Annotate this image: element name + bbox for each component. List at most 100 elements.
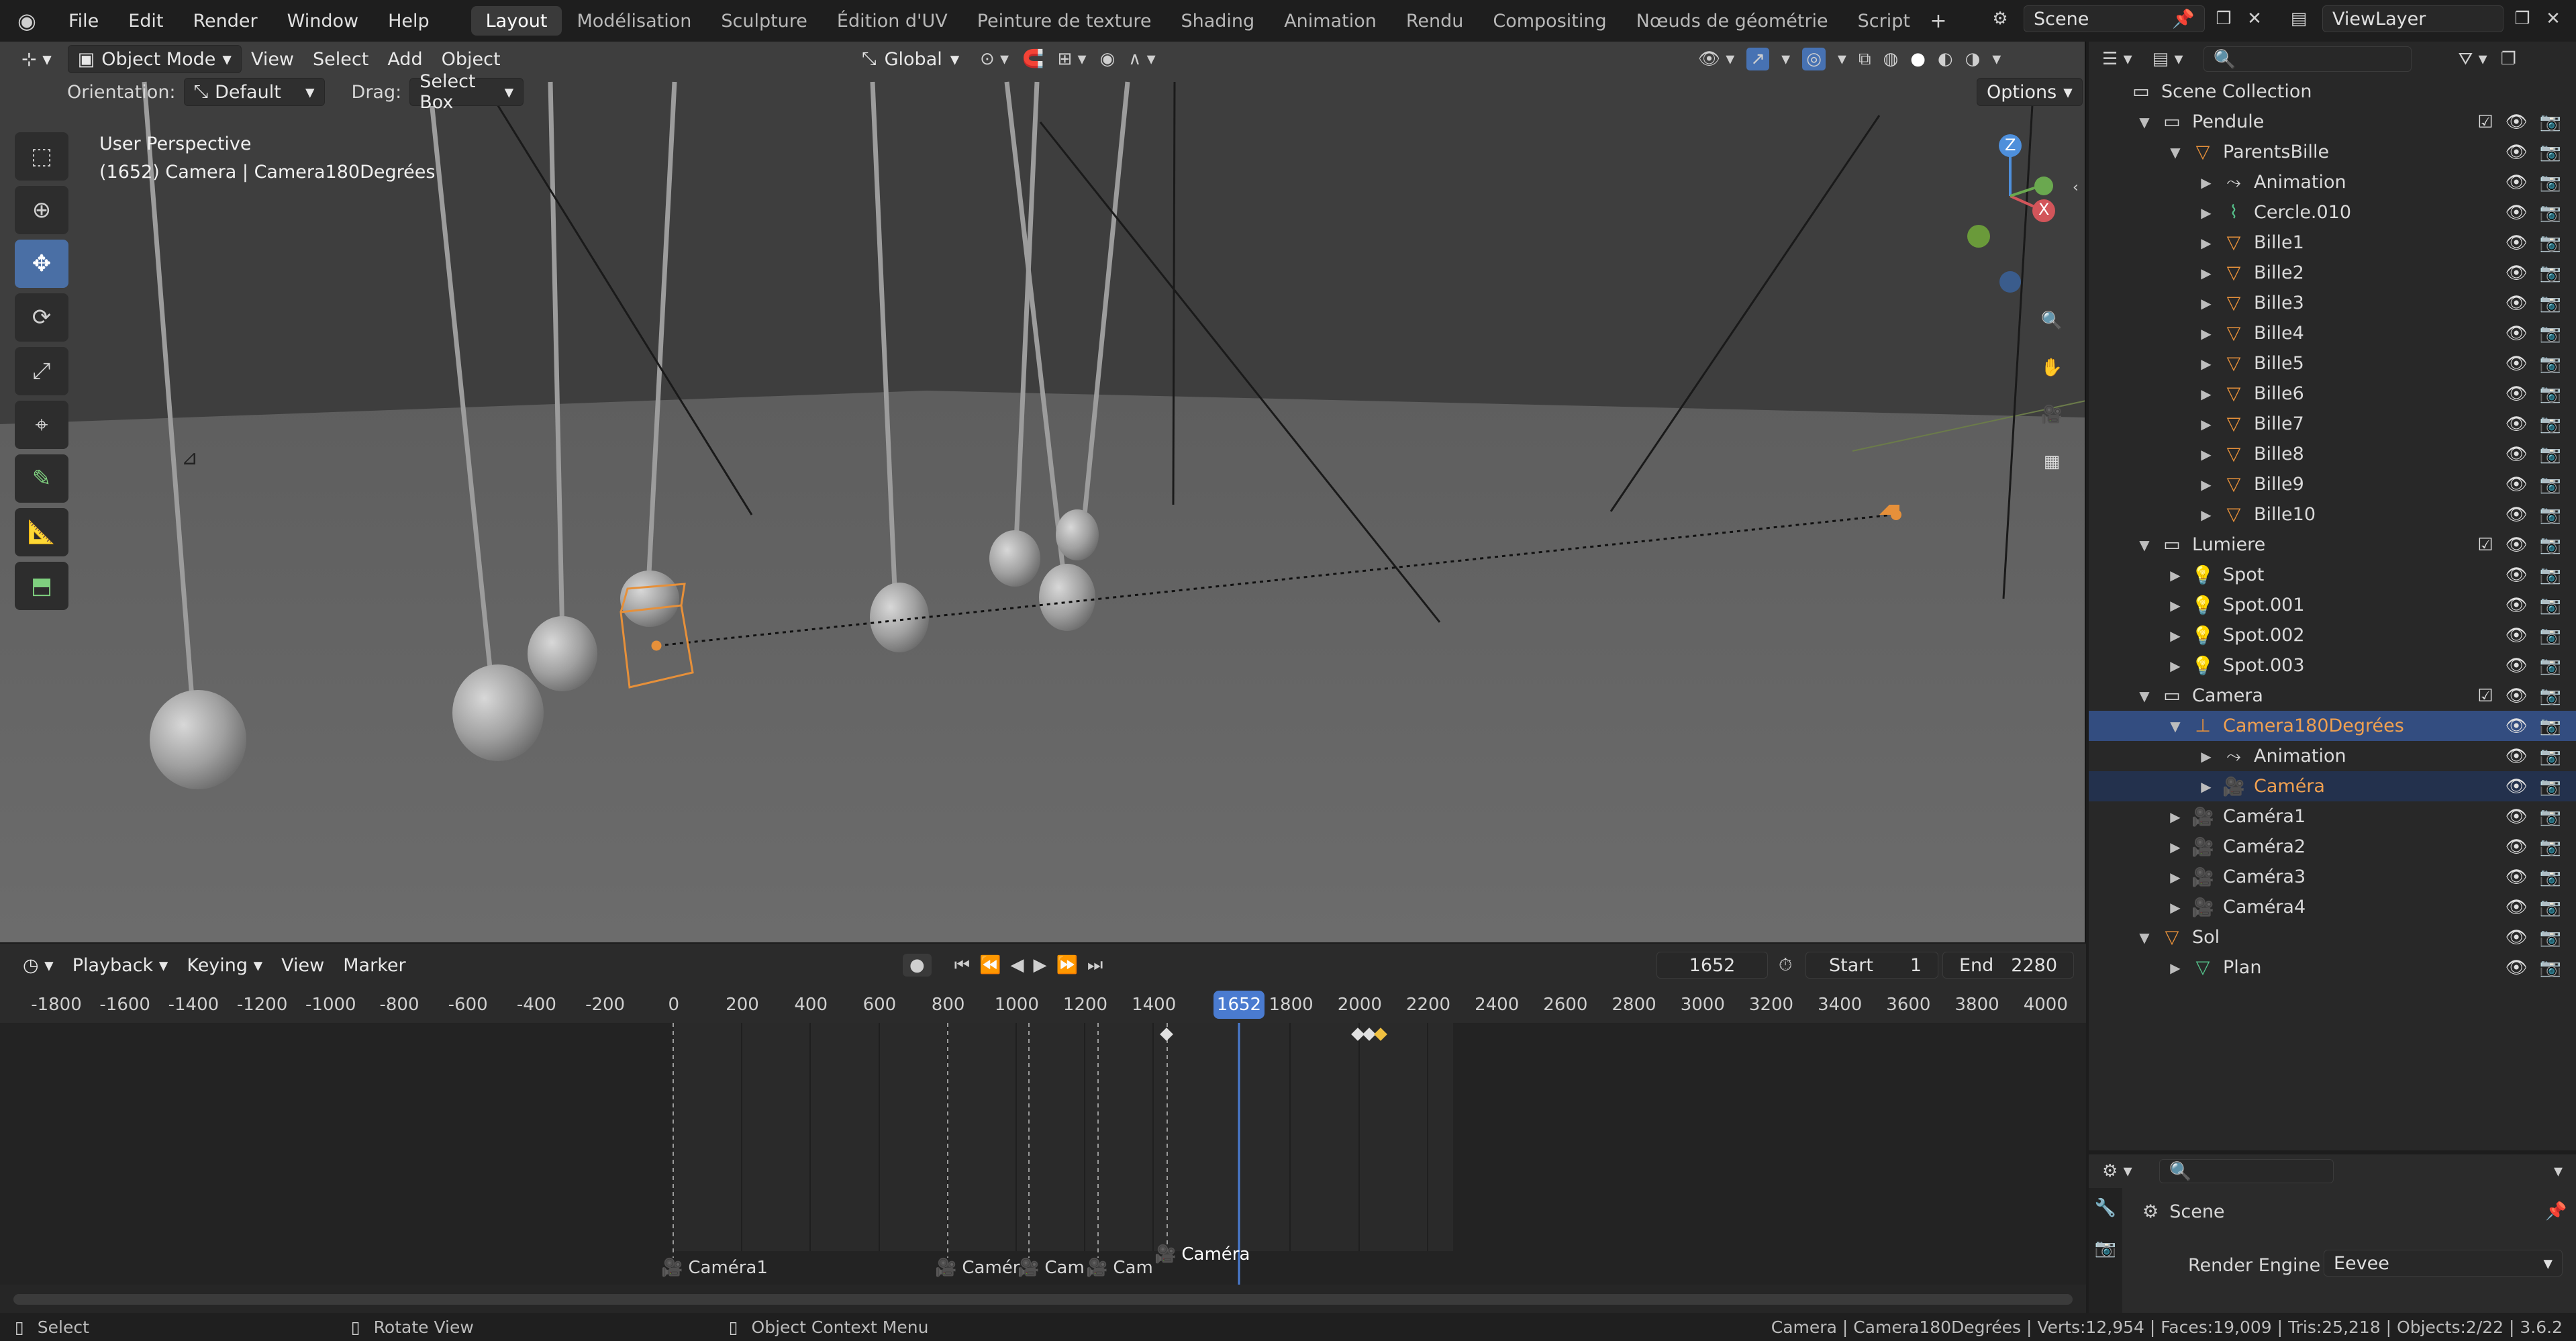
- render-camera-icon[interactable]: 📷: [2540, 958, 2561, 978]
- expand-toggle-icon[interactable]: ▼: [2136, 537, 2153, 553]
- render-tab-icon[interactable]: 📷: [2089, 1228, 2122, 1269]
- outliner-row-camera[interactable]: ▼ ▭ Camera ☑ 👁 📷: [2089, 681, 2576, 711]
- viewlayer-icon[interactable]: ▤: [2282, 9, 2316, 29]
- expand-toggle-icon[interactable]: ▼: [2167, 144, 2184, 160]
- eye-icon[interactable]: 👁: [2506, 686, 2528, 706]
- eye-icon[interactable]: 👁: [2506, 958, 2528, 978]
- eye-icon[interactable]: 👁: [2506, 807, 2528, 827]
- render-camera-icon[interactable]: 📷: [2540, 475, 2561, 495]
- properties-search-input[interactable]: 🔍: [2159, 1159, 2334, 1183]
- orientation-dropdown[interactable]: ⤡ Default ▾: [183, 78, 325, 106]
- eye-icon[interactable]: 👁: [2506, 384, 2528, 404]
- timeline-ruler[interactable]: -1800 -1600 -1400 -1200 -1000 -800 -600 -400 -20…: [0, 987, 2086, 1023]
- tab-shading[interactable]: Shading: [1167, 6, 1270, 36]
- timeline-editor-type[interactable]: ◷ ▾: [13, 951, 63, 979]
- outliner-row-cam-ra2[interactable]: ▶ 🎥 Caméra2 👁 📷: [2089, 832, 2576, 862]
- eye-icon[interactable]: 👁: [2506, 777, 2528, 797]
- outliner-row-animation[interactable]: ▶ ⤳ Animation 👁 📷: [2089, 741, 2576, 771]
- outliner-row-sol[interactable]: ▼ ▽ Sol 👁 📷: [2089, 922, 2576, 952]
- outliner-row-lumiere[interactable]: ▼ ▭ Lumiere ☑ 👁 📷: [2089, 530, 2576, 560]
- mode-dropdown[interactable]: ▣ Object Mode ▾: [67, 45, 242, 73]
- menu-file[interactable]: File: [54, 11, 113, 32]
- outliner-row-bille5[interactable]: ▶ ▽ Bille5 👁 📷: [2089, 348, 2576, 379]
- new-collection-icon[interactable]: ❐: [2501, 49, 2516, 69]
- render-camera-icon[interactable]: 📷: [2540, 142, 2561, 162]
- marker-menu[interactable]: Marker: [334, 951, 415, 979]
- viewlayer-field[interactable]: ViewLayer: [2322, 5, 2504, 32]
- tab-modelisation[interactable]: Modélisation: [562, 6, 706, 36]
- expand-toggle-icon[interactable]: ▶: [2167, 960, 2184, 976]
- add-cube-tool-button[interactable]: ⬒: [15, 562, 68, 610]
- gizmo-icon[interactable]: ↗: [1746, 48, 1770, 70]
- render-camera-icon[interactable]: 📷: [2540, 837, 2561, 857]
- menu-render[interactable]: Render: [178, 11, 272, 32]
- playhead-frame-badge[interactable]: 1652: [1213, 991, 1265, 1019]
- new-viewlayer-icon[interactable]: ❐: [2510, 9, 2534, 29]
- outliner-row-spot-003[interactable]: ▶ 💡 Spot.003 👁 📷: [2089, 650, 2576, 681]
- render-camera-icon[interactable]: 📷: [2540, 414, 2561, 434]
- eye-icon[interactable]: 👁: [2506, 565, 2528, 585]
- transform-orientation-dropdown[interactable]: ⤡ Global ▾: [852, 45, 969, 73]
- marker-camera1[interactable]: 🎥 Caméra1: [661, 1258, 768, 1278]
- render-camera-icon[interactable]: 📷: [2540, 626, 2561, 646]
- eye-icon[interactable]: 👁: [2506, 595, 2528, 615]
- timeline-scrollbar[interactable]: [13, 1294, 2073, 1305]
- expand-toggle-icon[interactable]: ▶: [2197, 416, 2215, 432]
- render-camera-icon[interactable]: 📷: [2540, 444, 2561, 464]
- camera-view-button[interactable]: 🎥: [2031, 394, 2073, 436]
- snap-icon[interactable]: 🧲: [1022, 49, 1044, 69]
- 3d-viewport[interactable]: ⊿ ⊹ ▾ ▣ Object Mode ▾ View Select Add Obje…: [0, 42, 2086, 942]
- eye-icon[interactable]: 👁: [2506, 112, 2528, 132]
- start-frame-field[interactable]: Start 1: [1805, 952, 1938, 979]
- tab-geometry-nodes[interactable]: Nœuds de géométrie: [1622, 6, 1843, 36]
- outliner-row-bille1[interactable]: ▶ ▽ Bille1 👁 📷: [2089, 228, 2576, 258]
- outliner-row-bille9[interactable]: ▶ ▽ Bille9 👁 📷: [2089, 469, 2576, 499]
- eye-icon[interactable]: 👁: [2506, 626, 2528, 646]
- expand-toggle-icon[interactable]: ▶: [2197, 507, 2215, 523]
- menu-help[interactable]: Help: [373, 11, 444, 32]
- next-keyframe-icon[interactable]: ⏩: [1056, 955, 1077, 975]
- expand-toggle-icon[interactable]: ▶: [2197, 386, 2215, 402]
- expand-toggle-icon[interactable]: ▶: [2197, 235, 2215, 251]
- eye-icon[interactable]: 👁: [2506, 354, 2528, 374]
- eye-icon[interactable]: 👁: [2506, 505, 2528, 525]
- pin-icon[interactable]: 📌: [2545, 1201, 2567, 1222]
- timeline-track-area[interactable]: 🎥 Caméra1 🎥 Camér 🎥 Cam 🎥 Cam 🎥 Caméra: [0, 1023, 2086, 1285]
- render-camera-icon[interactable]: 📷: [2540, 505, 2561, 525]
- render-camera-icon[interactable]: 📷: [2540, 112, 2561, 132]
- eye-icon[interactable]: 👁: [2506, 293, 2528, 313]
- delete-scene-icon[interactable]: ✕: [2242, 9, 2267, 29]
- menu-select[interactable]: Select: [303, 45, 378, 73]
- xray-icon[interactable]: ⧉: [1859, 49, 1871, 70]
- scene-icon[interactable]: ⚙: [1983, 9, 2017, 29]
- menu-edit[interactable]: Edit: [113, 11, 178, 32]
- render-camera-icon[interactable]: 📷: [2540, 656, 2561, 676]
- playback-menu[interactable]: Playback ▾: [63, 951, 178, 979]
- render-camera-icon[interactable]: 📷: [2540, 716, 2561, 736]
- proportional-edit-icon[interactable]: ◉: [1100, 49, 1116, 69]
- stopwatch-icon[interactable]: ⏱: [1779, 955, 1792, 976]
- expand-toggle-icon[interactable]: ▼: [2136, 114, 2153, 130]
- menu-window[interactable]: Window: [273, 11, 373, 32]
- render-camera-icon[interactable]: 📷: [2540, 595, 2561, 615]
- expand-toggle-icon[interactable]: ▶: [2167, 899, 2184, 915]
- render-camera-icon[interactable]: 📷: [2540, 324, 2561, 344]
- gizmo-dropdown-icon[interactable]: ▾: [1781, 49, 1790, 69]
- material-shading-icon[interactable]: ◐: [1938, 49, 1953, 69]
- visibility-icon[interactable]: 👁 ▾: [1698, 49, 1734, 69]
- render-camera-icon[interactable]: 📷: [2540, 203, 2561, 223]
- render-camera-icon[interactable]: 📷: [2540, 897, 2561, 917]
- expand-toggle-icon[interactable]: ▼: [2167, 718, 2184, 734]
- outliner-row-parentsbille[interactable]: ▼ ▽ ParentsBille 👁 📷: [2089, 137, 2576, 167]
- scale-tool-button[interactable]: ⤢: [15, 347, 68, 395]
- outliner-row-animation[interactable]: ▶ ⤳ Animation 👁 📷: [2089, 167, 2576, 197]
- transform-tool-button[interactable]: ⌖: [15, 401, 68, 449]
- eye-icon[interactable]: 👁: [2506, 203, 2528, 223]
- expand-toggle-icon[interactable]: ▶: [2167, 658, 2184, 674]
- marker-camera-active[interactable]: 🎥 Caméra: [1154, 1244, 1250, 1264]
- eye-icon[interactable]: 👁: [2506, 928, 2528, 948]
- blender-logo-icon[interactable]: ◉: [0, 8, 54, 34]
- render-camera-icon[interactable]: 📷: [2540, 354, 2561, 374]
- eye-icon[interactable]: 👁: [2506, 324, 2528, 344]
- render-camera-icon[interactable]: 📷: [2540, 686, 2561, 706]
